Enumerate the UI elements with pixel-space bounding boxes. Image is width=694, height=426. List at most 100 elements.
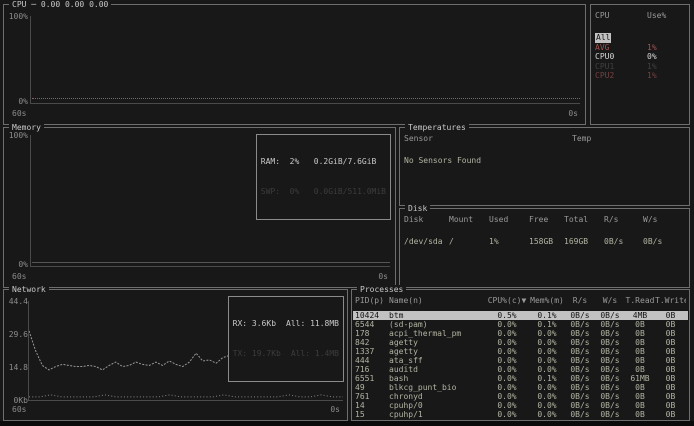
process-cell: 0.0%	[529, 383, 565, 392]
proc-header-pid[interactable]: PID(p)	[355, 296, 389, 305]
network-tx-total-stat: All: 1.4MB	[291, 349, 339, 359]
process-cell: 0B/s	[595, 401, 625, 410]
process-cell: 0B/s	[565, 410, 595, 419]
process-cell: 0B	[655, 356, 686, 365]
process-row[interactable]: 1337agetty0.0%0.0%0B/s0B/s0B0B	[353, 347, 688, 356]
cpu-legend-row[interactable]: CPU00%	[591, 52, 689, 62]
process-row[interactable]: 10424btm0.5%0.1%0B/s0B/s4MB0B	[353, 311, 688, 320]
process-cell: 0.0%	[529, 410, 565, 419]
process-cell: 0B	[625, 401, 655, 410]
proc-header-twrite[interactable]: T.Write	[655, 296, 686, 305]
disk-header-used: Used	[489, 215, 529, 225]
memory-xtick-left: 60s	[12, 272, 26, 282]
proc-header-mem[interactable]: Mem%(m)	[529, 296, 565, 305]
process-cell: 0.0%	[529, 356, 565, 365]
disk-header-free: Free	[529, 215, 564, 225]
cpu-graph-panel[interactable]: CPU ─ 0.00 0.00 0.00 100% 0% 60s 0s	[3, 4, 586, 125]
network-ytick-0: 44.4	[6, 297, 28, 307]
process-row[interactable]: 178acpi_thermal_pm0.0%0.0%0B/s0B/s0B0B	[353, 329, 688, 338]
process-cell: 0B	[625, 347, 655, 356]
temps-header-temp: Temp	[572, 134, 685, 144]
disk-rows: /dev/sda/1%158GB169GB0B/s0B/s	[400, 237, 689, 247]
disk-cell: /	[449, 237, 489, 247]
proc-header-cpu-sorted[interactable]: CPU%(c)▼	[485, 296, 529, 305]
process-rows: 10424btm0.5%0.1%0B/s0B/s4MB0B6544(sd-pam…	[353, 311, 688, 419]
cpu-legend-row[interactable]: CPU21%	[591, 71, 689, 81]
cpu-legend-body: AllAVG1%CPU00%CPU11%CPU21%	[591, 33, 689, 81]
process-cell: 0B/s	[565, 338, 595, 347]
proc-header-wps[interactable]: W/s	[595, 296, 625, 305]
process-cell: 0B	[655, 338, 686, 347]
process-row[interactable]: 842agetty0.0%0.0%0B/s0B/s0B0B	[353, 338, 688, 347]
disk-row[interactable]: /dev/sda/1%158GB169GB0B/s0B/s	[400, 237, 689, 247]
process-cell: 61MB	[625, 374, 655, 383]
process-cell: 0B	[625, 365, 655, 374]
process-cell: 14	[355, 401, 389, 410]
cpu-core-usage: 1%	[647, 71, 685, 81]
terminal-gap	[0, 421, 694, 426]
process-cell: 0B/s	[565, 356, 595, 365]
process-row[interactable]: 6551bash0.0%0.1%0B/s0B/s61MB0B	[353, 374, 688, 383]
network-rx-stat: RX: 3.6Kb	[233, 319, 276, 329]
process-cell: 0.0%	[529, 392, 565, 401]
process-cell: 0B	[655, 365, 686, 374]
memory-ram-usage-line	[32, 262, 390, 263]
process-cell: 0B/s	[595, 383, 625, 392]
disk-panel-title: Disk	[405, 204, 430, 213]
cpu-core-label: CPU2	[595, 71, 647, 81]
proc-header-tread[interactable]: T.Read	[625, 296, 655, 305]
process-row[interactable]: 716auditd0.0%0.0%0B/s0B/s0B0B	[353, 365, 688, 374]
process-row[interactable]: 6544(sd-pam)0.0%0.1%0B/s0B/s0B0B	[353, 320, 688, 329]
process-cell: 761	[355, 392, 389, 401]
process-cell: 0.0%	[485, 410, 529, 419]
process-cell: 6551	[355, 374, 389, 383]
processes-panel[interactable]: Processes PID(p) Name(n) CPU%(c)▼ Mem%(m…	[351, 289, 690, 421]
processes-panel-title: Processes	[357, 285, 406, 294]
process-row[interactable]: 14cpuhp/00.0%0.0%0B/s0B/s0B0B	[353, 401, 688, 410]
proc-header-name[interactable]: Name(n)	[389, 296, 485, 305]
process-cell: 716	[355, 365, 389, 374]
process-cell: 0B/s	[565, 311, 595, 320]
process-cell: 0B/s	[595, 392, 625, 401]
process-row[interactable]: 444ata_sff0.0%0.0%0B/s0B/s0B0B	[353, 356, 688, 365]
memory-panel[interactable]: Memory 100% 0% RAM: 2% 0.2GiB/7.6GiB SWP…	[3, 127, 396, 288]
network-panel[interactable]: Network 44.4 29.6 14.8 0Kb RX: 3.6Kb All…	[3, 289, 348, 421]
cpu-avg-usage-line	[32, 98, 580, 99]
disk-header-mount: Mount	[449, 215, 489, 225]
process-cell: 6544	[355, 320, 389, 329]
process-row[interactable]: 15cpuhp/10.0%0.0%0B/s0B/s0B0B	[353, 410, 688, 419]
cpu-core-usage	[647, 33, 685, 43]
process-cell: 0B/s	[565, 401, 595, 410]
temperatures-panel[interactable]: Temperatures Sensor Temp No Sensors Foun…	[399, 127, 690, 206]
process-cell: (sd-pam)	[389, 320, 485, 329]
process-row[interactable]: 761chronyd0.0%0.0%0B/s0B/s0B0B	[353, 392, 688, 401]
memory-xtick-right: 0s	[378, 272, 388, 282]
disk-header-total: Total	[564, 215, 604, 225]
cpu-legend-row[interactable]: All	[591, 33, 689, 43]
process-cell: 0.0%	[529, 329, 565, 338]
process-cell: 0B	[625, 320, 655, 329]
process-cell: 0B	[655, 311, 686, 320]
network-legend: RX: 3.6Kb All: 11.8MB TX: 19.7Kb All: 1.…	[228, 296, 344, 382]
process-cell: 0B	[655, 383, 686, 392]
proc-header-rps[interactable]: R/s	[565, 296, 595, 305]
process-cell: bash	[389, 374, 485, 383]
btm-app: CPU ─ 0.00 0.00 0.00 100% 0% 60s 0s CPU …	[0, 0, 694, 426]
cpu-legend-row[interactable]: CPU11%	[591, 62, 689, 72]
cpu-legend-row[interactable]: AVG1%	[591, 43, 689, 53]
process-cell: 4MB	[625, 311, 655, 320]
temps-header-sensor: Sensor	[404, 134, 572, 144]
process-cell: 0.1%	[529, 320, 565, 329]
temps-empty-message: No Sensors Found	[400, 156, 689, 166]
process-row[interactable]: 49blkcg_punt_bio0.0%0.0%0B/s0B/s0B0B	[353, 383, 688, 392]
process-cell: 0B/s	[595, 311, 625, 320]
process-cell: 0B/s	[565, 392, 595, 401]
cpu-legend-panel[interactable]: CPU Use% AllAVG1%CPU00%CPU11%CPU21%	[590, 4, 690, 125]
disk-panel[interactable]: Disk Disk Mount Used Free Total R/s W/s …	[399, 208, 690, 288]
process-cell: 0B	[625, 392, 655, 401]
process-cell: 0.0%	[485, 392, 529, 401]
process-cell: acpi_thermal_pm	[389, 329, 485, 338]
process-cell: 0B	[625, 356, 655, 365]
network-rx-total-stat: All: 11.8MB	[286, 319, 339, 329]
process-cell: 0B/s	[595, 410, 625, 419]
